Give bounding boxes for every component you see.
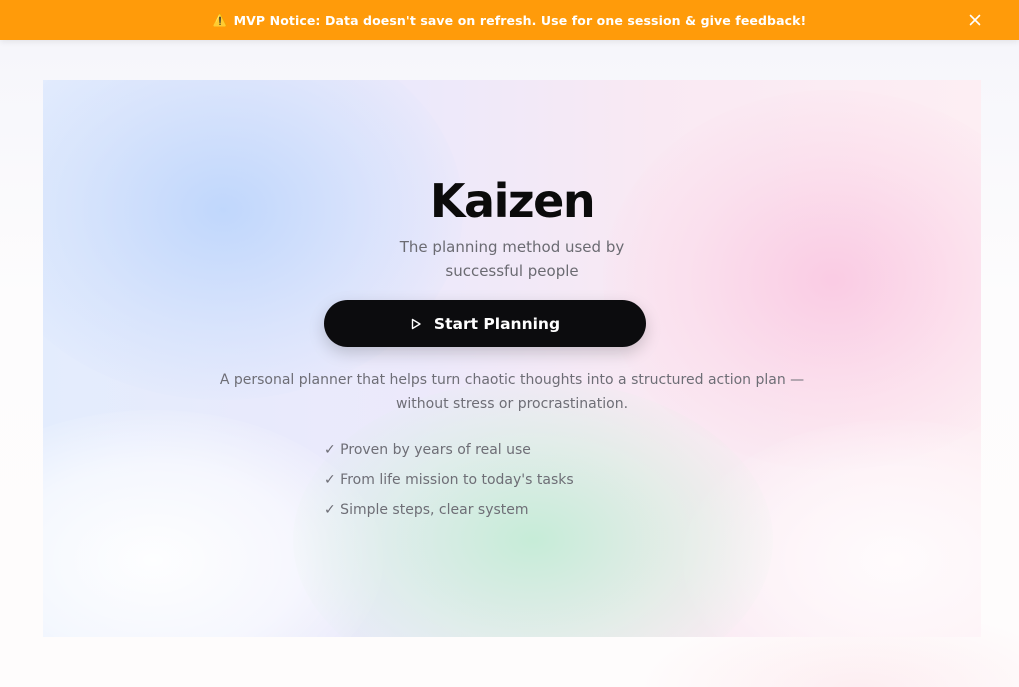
close-icon <box>969 14 981 26</box>
feature-item: ✓ Simple steps, clear system <box>324 502 529 518</box>
notice-text: MVP Notice: Data doesn't save on refresh… <box>233 12 807 28</box>
warning-icon: ⚠️ <box>212 13 228 27</box>
feature-list: ✓ Proven by years of real use ✓ From lif… <box>324 435 684 525</box>
hero-content: Kaizen The planning method used by succe… <box>43 80 981 637</box>
mvp-notice-banner: ⚠️ MVP Notice: Data doesn't save on refr… <box>0 0 1019 40</box>
start-planning-button[interactable]: Start Planning <box>324 300 646 347</box>
hero-description: A personal planner that helps turn chaot… <box>219 372 805 412</box>
hero-section: Kaizen The planning method used by succe… <box>43 80 981 637</box>
feature-item: ✓ Proven by years of real use <box>324 442 531 458</box>
hero-subtitle: The planning method used by successful p… <box>399 238 625 280</box>
notice-close-button[interactable] <box>967 12 983 28</box>
app-title: Kaizen <box>429 174 596 228</box>
feature-item: ✓ From life mission to today's tasks <box>324 472 574 488</box>
play-icon <box>410 318 422 330</box>
start-planning-label: Start Planning <box>433 314 561 333</box>
notice-content: ⚠️ MVP Notice: Data doesn't save on refr… <box>213 13 807 28</box>
